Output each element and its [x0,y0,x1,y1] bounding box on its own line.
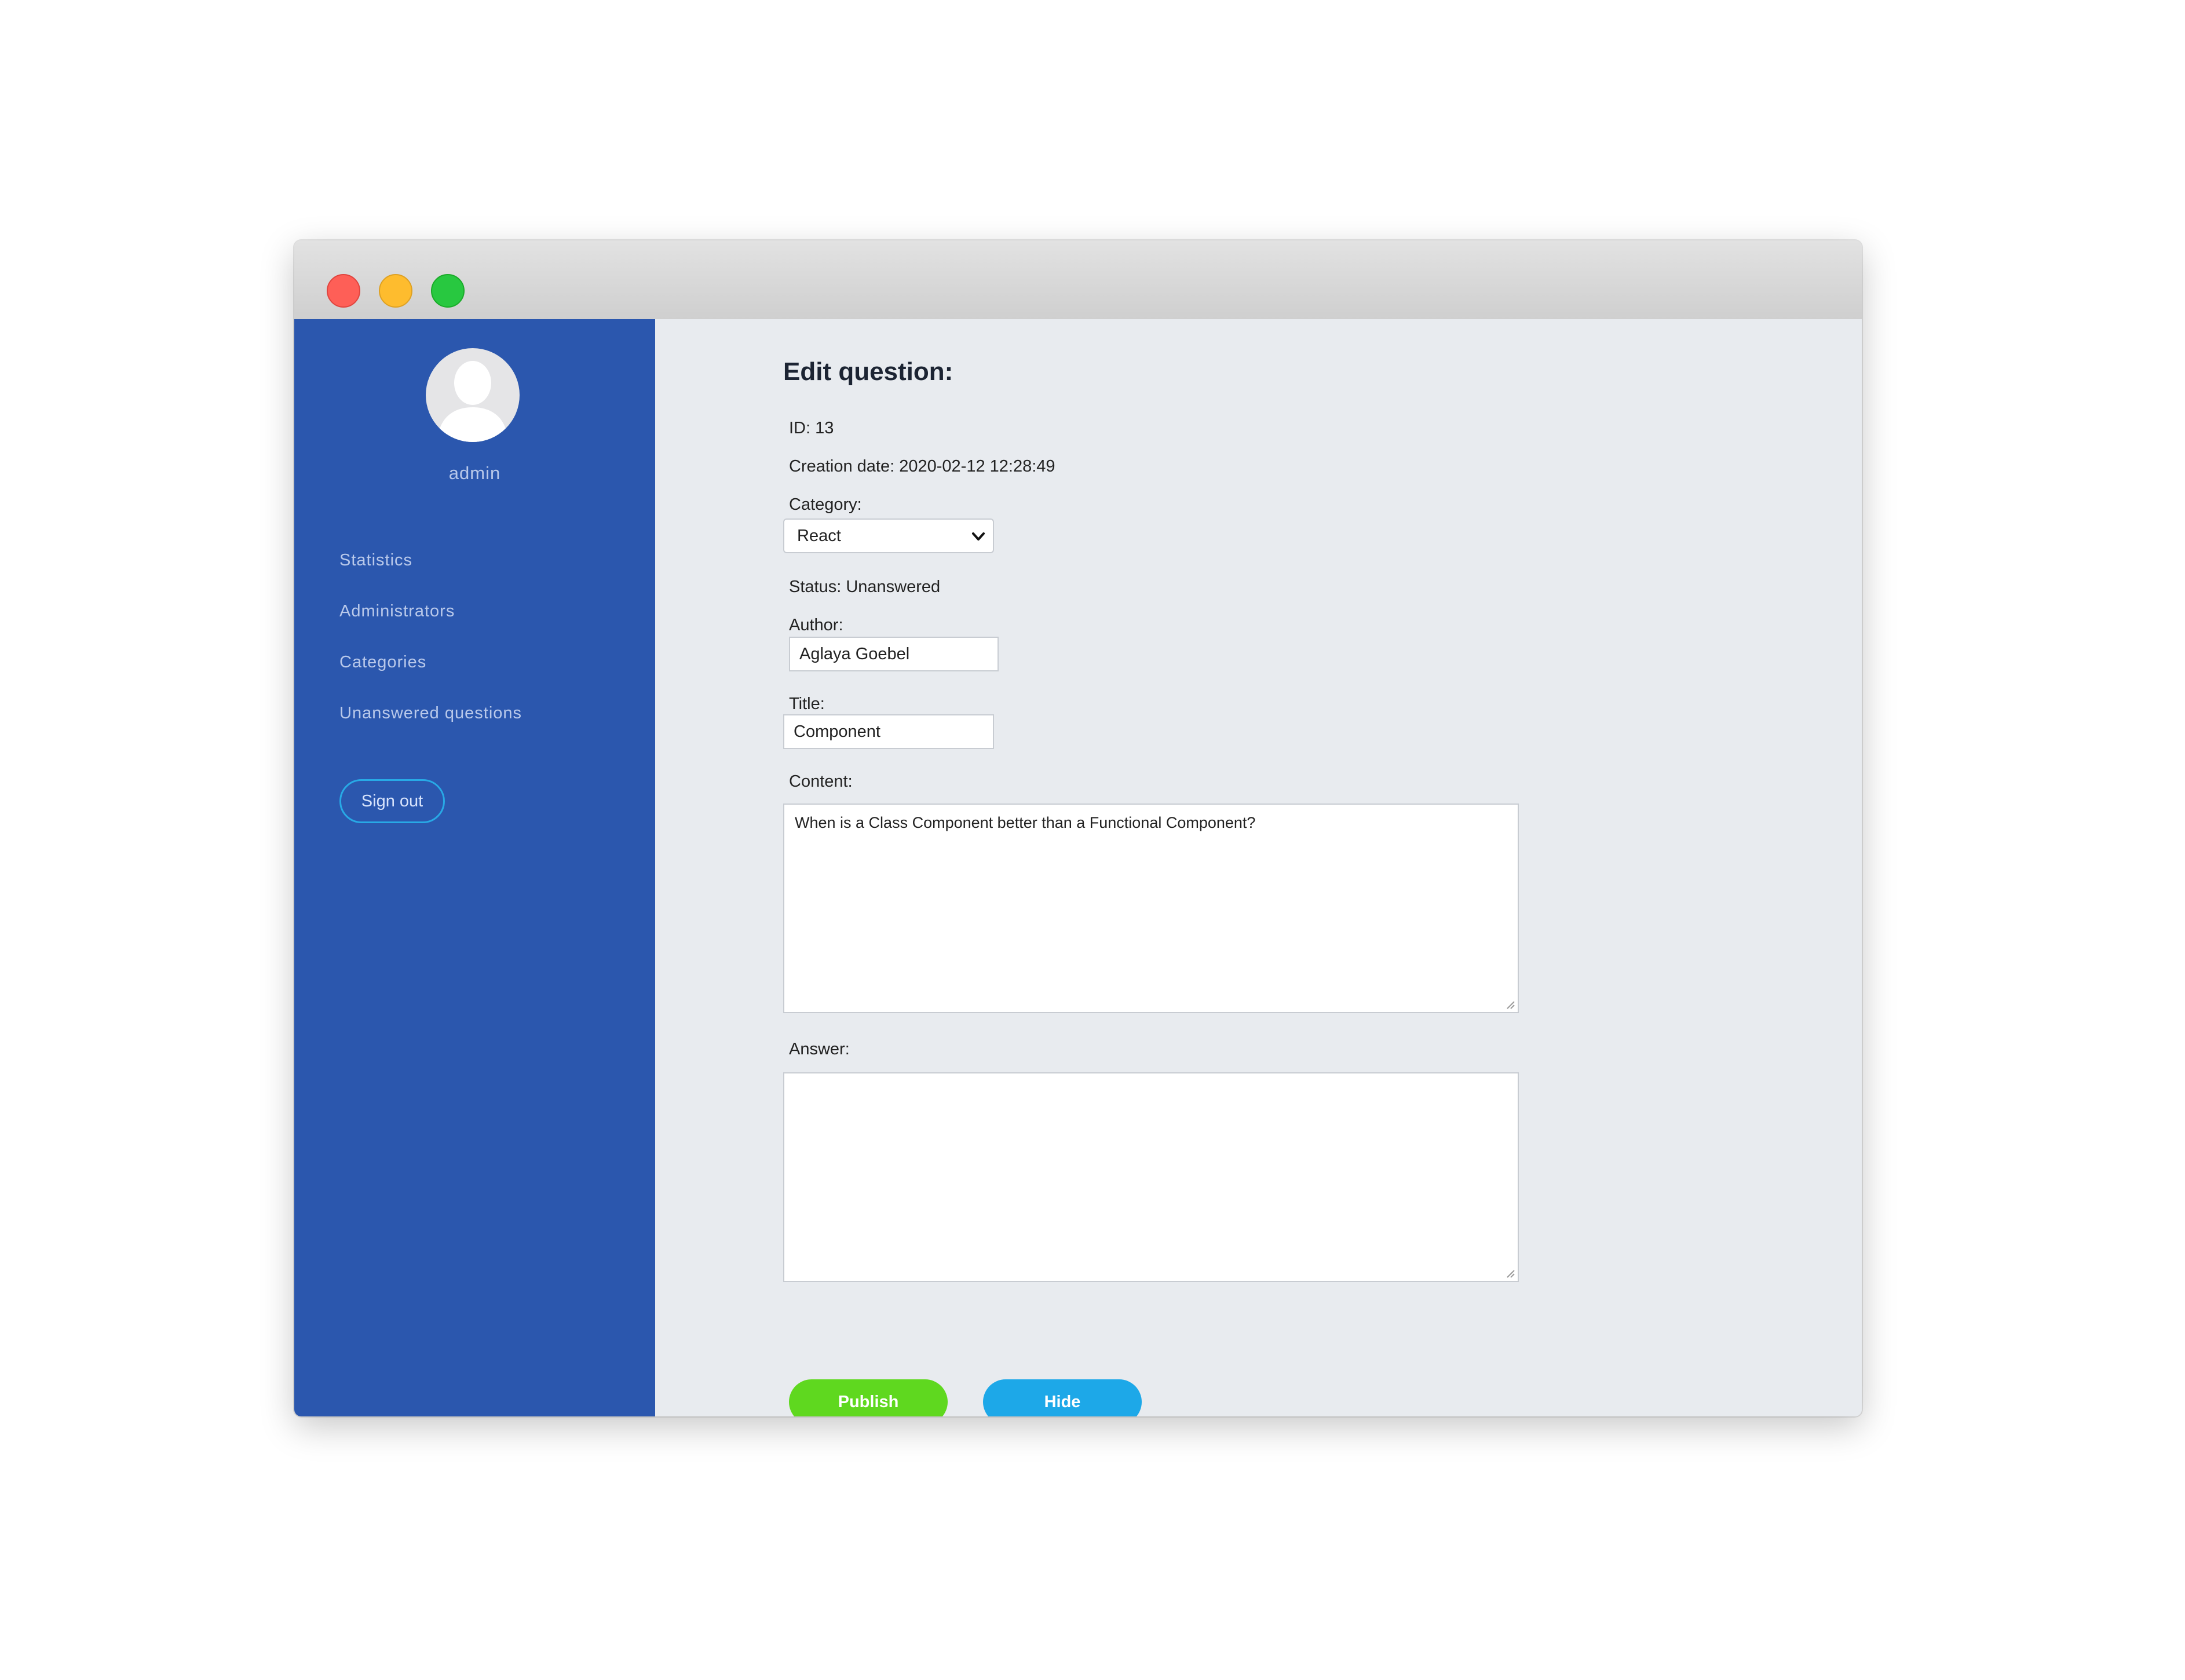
author-input[interactable]: Aglaya Goebel [789,637,999,671]
creation-date: Creation date: 2020-02-12 12:28:49 [789,457,1055,476]
resize-grip-icon[interactable] [1503,997,1515,1010]
category-select[interactable]: React [783,518,994,553]
minimize-window-button[interactable] [379,274,412,308]
content-textarea-value: When is a Class Component better than a … [795,814,1256,831]
title-input[interactable]: Component [783,714,994,749]
sign-out-button[interactable]: Sign out [339,779,445,823]
title-label: Title: [789,695,825,713]
username: admin [448,463,501,483]
sidebar-item-categories[interactable]: Categories [339,653,426,672]
user-avatar-icon [426,348,520,442]
content-label: Content: [789,772,853,791]
main-content: Edit question: ID: 13 Creation date: 202… [655,319,1862,1416]
author-label: Author: [789,616,843,634]
page-title: Edit question: [783,357,953,386]
answer-textarea[interactable] [783,1072,1519,1282]
question-id: ID: 13 [789,419,834,437]
sidebar-item-statistics[interactable]: Statistics [339,551,412,570]
answer-label: Answer: [789,1040,850,1058]
publish-button[interactable]: Publish [789,1379,948,1416]
close-window-button[interactable] [327,274,360,308]
sidebar-item-administrators[interactable]: Administrators [339,602,455,621]
category-select-value: React [797,526,841,545]
app-window: admin Statistics Administrators Categori… [294,240,1862,1416]
resize-grip-icon[interactable] [1503,1266,1515,1279]
category-label: Category: [789,495,862,514]
author-input-value: Aglaya Goebel [799,644,910,663]
hide-button[interactable]: Hide [983,1379,1142,1416]
sidebar-item-unanswered-questions[interactable]: Unanswered questions [339,704,522,723]
content-textarea[interactable]: When is a Class Component better than a … [783,804,1519,1013]
chevron-down-icon [972,532,985,540]
maximize-window-button[interactable] [431,274,465,308]
sidebar: admin Statistics Administrators Categori… [294,319,655,1416]
window-titlebar [294,240,1862,320]
status-text: Status: Unanswered [789,578,941,596]
title-input-value: Component [794,722,880,741]
